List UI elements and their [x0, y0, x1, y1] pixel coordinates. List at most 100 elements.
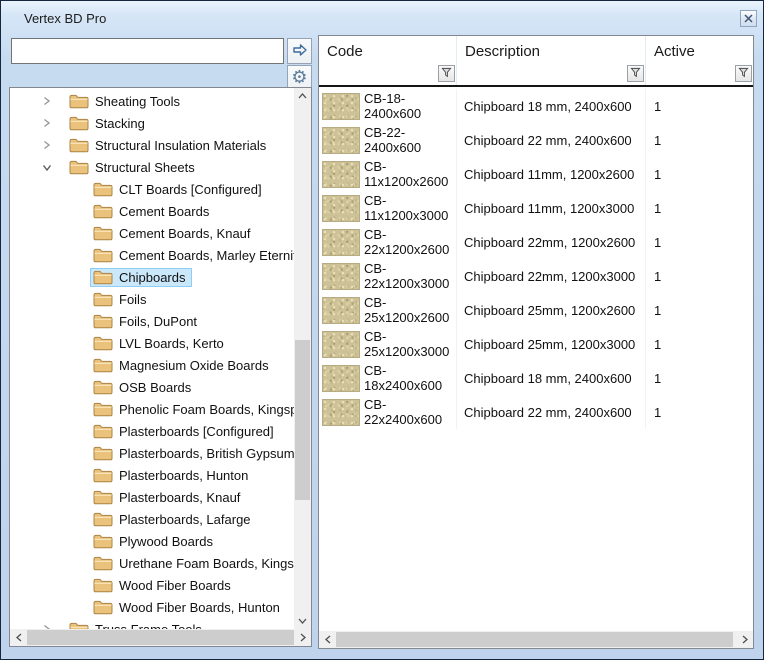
tree-item-content[interactable]: Structural Insulation Materials	[66, 136, 272, 155]
tree-item-clt-boards-configured[interactable]: CLT Boards [Configured]	[10, 178, 294, 200]
tree-item-plasterboards-british-gypsum[interactable]: Plasterboards, British Gypsum	[10, 442, 294, 464]
table-row-cb-11x1200x3000[interactable]: CB-11x1200x3000Chipboard 11mm, 1200x3000…	[319, 191, 753, 225]
tree-item-content[interactable]: OSB Boards	[90, 378, 197, 397]
description-cell: Chipboard 22 mm, 2400x600	[457, 123, 646, 157]
code-filter-button[interactable]	[438, 65, 455, 82]
chevron-right-icon[interactable]	[40, 96, 53, 106]
tree-item-content[interactable]: Plasterboards [Configured]	[90, 422, 280, 441]
tree-item-cement-boards[interactable]: Cement Boards	[10, 200, 294, 222]
tree-item-content[interactable]: CLT Boards [Configured]	[90, 180, 268, 199]
scroll-right-arrow-icon[interactable]	[736, 631, 753, 647]
tree-item-label: Chipboards	[119, 270, 186, 285]
tree-item-magnesium-oxide-boards[interactable]: Magnesium Oxide Boards	[10, 354, 294, 376]
column-header-description[interactable]: Description	[457, 36, 646, 85]
tree-item-cement-boards-marley-eternit[interactable]: Cement Boards, Marley Eternit	[10, 244, 294, 266]
tree-item-structural-sheets[interactable]: Structural Sheets	[10, 156, 294, 178]
tree-item-content[interactable]: Foils	[90, 290, 152, 309]
tree-item-plasterboards-lafarge[interactable]: Plasterboards, Lafarge	[10, 508, 294, 530]
tree-vertical-scrollbar[interactable]	[294, 88, 311, 629]
tree-item-plasterboards-hunton[interactable]: Plasterboards, Hunton	[10, 464, 294, 486]
tree-item-label: Sheating Tools	[95, 94, 180, 109]
chevron-down-icon[interactable]	[40, 163, 53, 172]
tree-item-urethane-foam-boards-kingspan[interactable]: Urethane Foam Boards, Kingspan	[10, 552, 294, 574]
tree-item-content[interactable]: Stacking	[66, 114, 151, 133]
tree-item-content[interactable]: Truss Frame Tools	[66, 620, 208, 630]
tree-item-content[interactable]: LVL Boards, Kerto	[90, 334, 230, 353]
tree-item-content[interactable]: Plasterboards, Hunton	[90, 466, 254, 485]
tree-item-wood-fiber-boards-hunton[interactable]: Wood Fiber Boards, Hunton	[10, 596, 294, 618]
active-cell: 1	[646, 361, 753, 395]
table-row-cb-18x2400x600[interactable]: CB-18x2400x600Chipboard 18 mm, 2400x6001	[319, 361, 753, 395]
scroll-right-arrow-icon[interactable]	[294, 629, 311, 646]
folder-icon	[93, 578, 113, 593]
tree-item-content[interactable]: Cement Boards, Knauf	[90, 224, 257, 243]
tree-item-cement-boards-knauf[interactable]: Cement Boards, Knauf	[10, 222, 294, 244]
tree-item-foils-dupont[interactable]: Foils, DuPont	[10, 310, 294, 332]
table-row-cb-25x1200x3000[interactable]: CB-25x1200x3000Chipboard 25mm, 1200x3000…	[319, 327, 753, 361]
folder-icon	[93, 226, 113, 241]
tree-item-foils[interactable]: Foils	[10, 288, 294, 310]
tree-vscroll-thumb[interactable]	[295, 340, 310, 500]
tree-item-plasterboards-configured[interactable]: Plasterboards [Configured]	[10, 420, 294, 442]
table-row-cb-22x1200x3000[interactable]: CB-22x1200x3000Chipboard 22mm, 1200x3000…	[319, 259, 753, 293]
table-row-cb-22x2400x600[interactable]: CB-22x2400x600Chipboard 22 mm, 2400x6001	[319, 395, 753, 429]
tree-item-content[interactable]: Plasterboards, British Gypsum	[90, 444, 294, 463]
code-value: CB-25x1200x3000	[364, 329, 456, 359]
tree-item-content[interactable]: Foils, DuPont	[90, 312, 203, 331]
column-header-active[interactable]: Active	[646, 36, 753, 85]
tree-item-sheating-tools[interactable]: Sheating Tools	[10, 90, 294, 112]
chevron-right-icon[interactable]	[40, 118, 53, 128]
table-hscroll-thumb[interactable]	[336, 632, 733, 647]
tree-item-chipboards[interactable]: Chipboards	[10, 266, 294, 288]
scroll-left-arrow-icon[interactable]	[10, 629, 27, 646]
tree-item-plasterboards-knauf[interactable]: Plasterboards, Knauf	[10, 486, 294, 508]
tree-item-content[interactable]: Structural Sheets	[66, 158, 201, 177]
table-row-cb-11x1200x2600[interactable]: CB-11x1200x2600Chipboard 11mm, 1200x2600…	[319, 157, 753, 191]
tree-hscroll-thumb[interactable]	[27, 630, 294, 645]
table-row-cb-22-2400x600[interactable]: CB-22-2400x600Chipboard 22 mm, 2400x6001	[319, 123, 753, 157]
tree-item-content[interactable]: Sheating Tools	[66, 92, 186, 111]
search-go-button[interactable]	[287, 38, 312, 64]
tree-item-label: Foils	[119, 292, 146, 307]
tree-item-label: Plasterboards, Knauf	[119, 490, 240, 505]
tree-item-lvl-boards-kerto[interactable]: LVL Boards, Kerto	[10, 332, 294, 354]
search-input[interactable]	[11, 38, 284, 64]
code-value: CB-22x2400x600	[364, 397, 456, 427]
description-filter-button[interactable]	[627, 65, 644, 82]
table-row-cb-22x1200x2600[interactable]: CB-22x1200x2600Chipboard 22mm, 1200x2600…	[319, 225, 753, 259]
tree-item-wood-fiber-boards[interactable]: Wood Fiber Boards	[10, 574, 294, 596]
code-value: CB-11x1200x2600	[364, 159, 456, 189]
tree-item-truss-frame-tools[interactable]: Truss Frame Tools	[10, 618, 294, 629]
title-bar[interactable]: Vertex BD Pro	[1, 1, 763, 34]
tree-item-osb-boards[interactable]: OSB Boards	[10, 376, 294, 398]
tree-item-structural-insulation-materials[interactable]: Structural Insulation Materials	[10, 134, 294, 156]
column-header-code[interactable]: Code	[319, 36, 457, 85]
tree-horizontal-scrollbar[interactable]	[10, 629, 311, 646]
tree-item-phenolic-foam-boards-kingspan[interactable]: Phenolic Foam Boards, Kingspan	[10, 398, 294, 420]
table-row-cb-18-2400x600[interactable]: CB-18-2400x600Chipboard 18 mm, 2400x6001	[319, 89, 753, 123]
tree-item-content[interactable]: Plywood Boards	[90, 532, 219, 551]
scroll-down-arrow-icon[interactable]	[294, 613, 311, 629]
folder-icon	[69, 160, 89, 175]
close-button[interactable]	[740, 10, 757, 27]
tree-item-content[interactable]: Wood Fiber Boards	[90, 576, 237, 595]
active-filter-button[interactable]	[735, 65, 752, 82]
tree-item-content[interactable]: Plasterboards, Knauf	[90, 488, 246, 507]
tree-item-content[interactable]: Wood Fiber Boards, Hunton	[90, 598, 286, 617]
tree-item-content[interactable]: Cement Boards, Marley Eternit	[90, 246, 294, 265]
scroll-left-arrow-icon[interactable]	[319, 631, 336, 647]
tree-item-content[interactable]: Cement Boards	[90, 202, 215, 221]
tree-item-stacking[interactable]: Stacking	[10, 112, 294, 134]
tree-item-content[interactable]: Plasterboards, Lafarge	[90, 510, 257, 529]
chevron-right-icon[interactable]	[40, 140, 53, 150]
tree-item-content[interactable]: Magnesium Oxide Boards	[90, 356, 275, 375]
active-cell: 1	[646, 293, 753, 327]
table-row-cb-25x1200x2600[interactable]: CB-25x1200x2600Chipboard 25mm, 1200x2600…	[319, 293, 753, 327]
tree-item-content[interactable]: Urethane Foam Boards, Kingspan	[90, 554, 294, 573]
scroll-up-arrow-icon[interactable]	[294, 88, 311, 104]
tree-item-content[interactable]: Chipboards	[90, 268, 192, 287]
table-horizontal-scrollbar[interactable]	[319, 631, 753, 648]
tree-item-plywood-boards[interactable]: Plywood Boards	[10, 530, 294, 552]
tree-item-content[interactable]: Phenolic Foam Boards, Kingspan	[90, 400, 294, 419]
description-cell: Chipboard 22mm, 1200x3000	[457, 259, 646, 293]
